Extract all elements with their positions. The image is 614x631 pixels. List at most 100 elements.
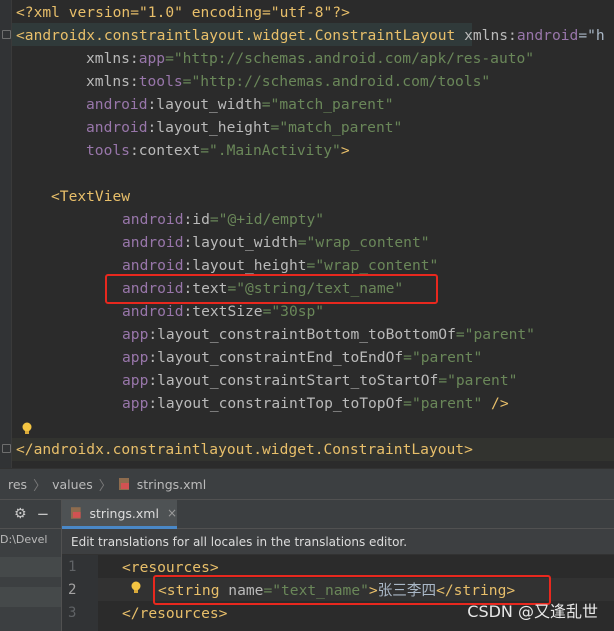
project-panel-toolbar: ⚙ − xyxy=(0,500,61,529)
code-line-2: <androidx.constraintlayout.widget.Constr… xyxy=(16,24,605,47)
code-token: :layout_constraintTop_toTopOf xyxy=(148,395,404,412)
code-token: ="wrap_content" xyxy=(306,257,439,274)
code-token: android xyxy=(122,257,184,274)
code-token: ="match_parent" xyxy=(270,119,403,136)
xml-file-icon xyxy=(118,478,129,490)
code-token: </resources> xyxy=(122,605,228,622)
code-line-11: android:layout_width="wrap_content" xyxy=(122,231,430,254)
watermark: CSDN @又逢乱世 xyxy=(467,602,598,621)
strings-line-3: </resources> xyxy=(122,602,227,625)
code-token: :id xyxy=(183,211,210,228)
code-token: tools xyxy=(138,73,183,90)
minimize-icon[interactable]: − xyxy=(37,505,50,523)
fold-icon[interactable] xyxy=(2,30,11,39)
project-path[interactable]: D:\Devel xyxy=(0,529,61,551)
code-token: > xyxy=(340,142,350,159)
code-token: :layout_height xyxy=(147,119,271,136)
code-token: ="parent" xyxy=(403,395,483,412)
code-token: <androidx.constraintlayout.widget.Constr… xyxy=(16,27,456,44)
code-token: <resources> xyxy=(122,559,219,576)
lightbulb-icon[interactable] xyxy=(21,422,33,436)
tab-strings-xml[interactable]: strings.xml × xyxy=(62,500,177,529)
code-line-9: <TextView xyxy=(51,185,130,208)
editor-tabs: strings.xml × xyxy=(62,500,614,529)
breadcrumb-item-values[interactable]: values xyxy=(50,469,95,499)
code-token: android xyxy=(86,96,148,113)
code-token: ="wrap_content" xyxy=(297,234,430,251)
code-line-15: app:layout_constraintBottom_toBottomOf="… xyxy=(122,323,535,346)
code-token: app xyxy=(122,395,149,412)
code-token: :layout_width xyxy=(183,234,298,251)
gear-icon[interactable]: ⚙ xyxy=(14,506,27,522)
breadcrumb-label: res xyxy=(8,476,28,492)
breadcrumb-separator: 〉 xyxy=(98,478,112,494)
code-line-20: </androidx.constraintlayout.widget.Const… xyxy=(16,438,473,461)
code-token: android xyxy=(516,27,579,44)
code-token: ="@string/text_name" xyxy=(227,280,404,297)
code-token: android xyxy=(122,280,184,297)
code-token: /> xyxy=(482,395,509,412)
code-token: </androidx.constraintlayout.widget.Const… xyxy=(16,441,473,458)
code-line-5: android:layout_width="match_parent" xyxy=(86,93,394,116)
code-token: app xyxy=(122,349,149,366)
code-line-14: android:textSize="30sp" xyxy=(122,300,324,323)
breadcrumb-separator: 〉 xyxy=(33,478,47,494)
code-token: <TextView xyxy=(51,188,131,205)
code-line-16: app:layout_constraintEnd_toEndOf="parent… xyxy=(122,346,482,369)
code-token: ="match_parent" xyxy=(261,96,394,113)
code-line-1: <?xml version="1.0" encoding="utf-8"?> xyxy=(16,1,350,24)
code-token: app xyxy=(122,372,149,389)
line-number: 3 xyxy=(68,605,77,621)
code-token: :layout_constraintStart_toStartOf xyxy=(148,372,439,389)
breadcrumb-label: strings.xml xyxy=(136,476,207,492)
layout-editor[interactable]: <?xml version="1.0" encoding="utf-8"?> <… xyxy=(0,0,614,468)
breadcrumb-item-strings-xml[interactable]: strings.xml xyxy=(116,469,208,499)
code-token: </string> xyxy=(436,582,516,599)
code-token: tools xyxy=(86,142,130,159)
code-token: <string xyxy=(158,582,220,599)
breadcrumb: res 〉 values 〉 strings.xml xyxy=(0,468,614,500)
code-token: xmlns: xyxy=(455,27,517,44)
code-token: :textSize xyxy=(183,303,263,320)
tree-row-highlight[interactable] xyxy=(0,587,61,607)
code-token: android xyxy=(86,119,148,136)
code-token: ="parent" xyxy=(403,349,483,366)
code-token: :layout_constraintBottom_toBottomOf xyxy=(148,326,456,343)
code-line-12: android:layout_height="wrap_content" xyxy=(122,254,438,277)
code-token: app xyxy=(138,50,166,67)
code-token: name xyxy=(219,582,264,599)
code-token: :layout_width xyxy=(147,96,262,113)
translations-notice[interactable]: Edit translations for all locales in the… xyxy=(62,529,614,555)
code-token: =".MainActivity" xyxy=(200,142,341,159)
code-line-4: xmlns:tools="http://schemas.android.com/… xyxy=(86,70,490,93)
code-token: xmlns: xyxy=(86,50,139,67)
line-number: 1 xyxy=(68,559,77,575)
code-token: ="parent" xyxy=(455,326,535,343)
close-icon[interactable]: × xyxy=(167,506,177,520)
code-token: ="h xyxy=(578,27,605,44)
code-token: android xyxy=(122,303,184,320)
tree-row-highlight[interactable] xyxy=(0,557,61,577)
code-token: > xyxy=(368,582,378,599)
project-panel: ⚙ − D:\Devel xyxy=(0,500,62,631)
code-token: :layout_constraintEnd_toEndOf xyxy=(148,349,404,366)
code-token: ="text_name" xyxy=(263,582,369,599)
code-token: :context xyxy=(129,142,201,159)
breadcrumb-item-res[interactable]: res xyxy=(6,469,29,499)
code-token: :layout_height xyxy=(183,257,307,274)
code-token: ="http://schemas.android.com/apk/res-aut… xyxy=(165,50,535,67)
editor-gutter[interactable] xyxy=(0,0,12,468)
code-line-17: app:layout_constraintStart_toStartOf="pa… xyxy=(122,369,517,392)
code-token: ="30sp" xyxy=(262,303,325,320)
code-token: 张三李四 xyxy=(377,582,437,599)
code-token: ="http://schemas.android.com/tools" xyxy=(182,73,491,90)
lightbulb-icon[interactable] xyxy=(130,581,142,595)
code-line-18: app:layout_constraintTop_toTopOf="parent… xyxy=(122,392,509,415)
code-line-10: android:id="@+id/empty" xyxy=(122,208,324,231)
breadcrumb-label: values xyxy=(52,476,93,492)
strings-line-2: <string name="text_name">张三李四</string> xyxy=(158,579,515,602)
tab-label: strings.xml xyxy=(89,505,159,521)
fold-icon[interactable] xyxy=(2,444,11,453)
code-line-3: xmlns:app="http://schemas.android.com/ap… xyxy=(86,47,534,70)
xml-file-icon xyxy=(70,507,81,519)
